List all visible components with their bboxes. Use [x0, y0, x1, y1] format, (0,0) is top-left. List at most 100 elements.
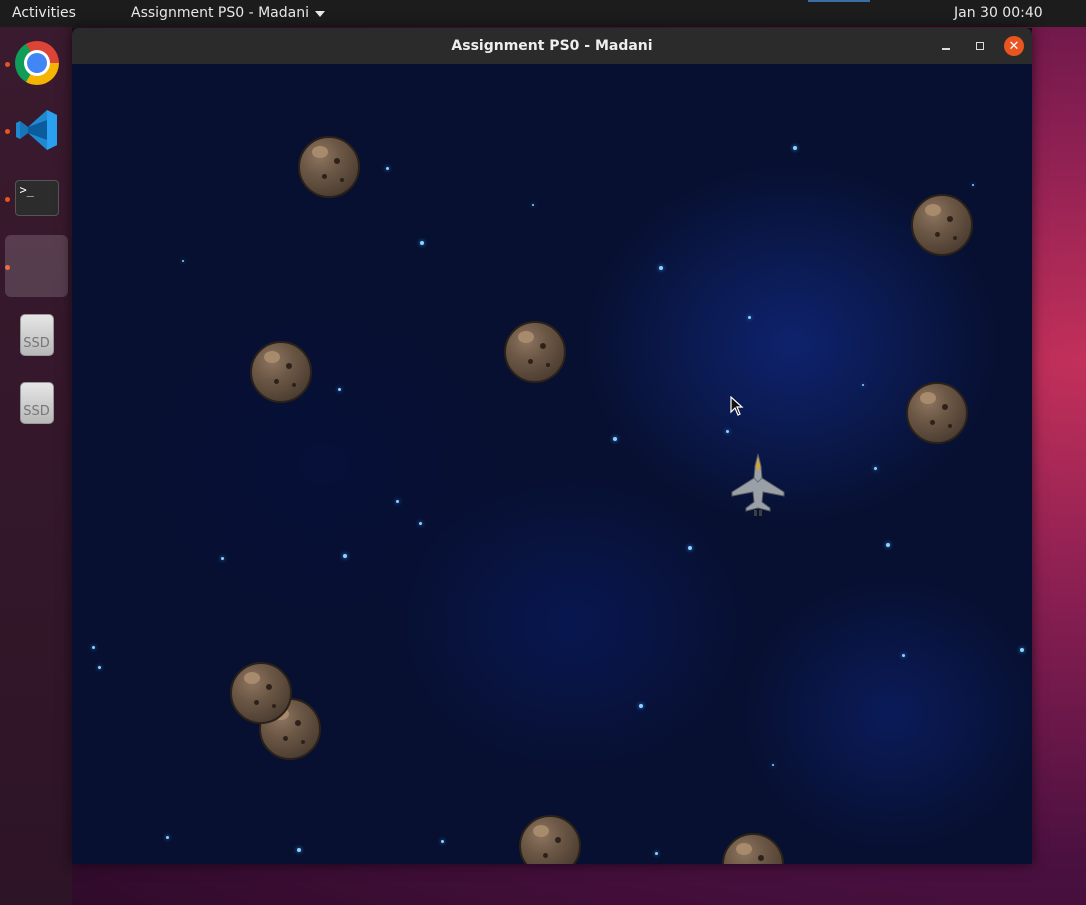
asteroid-crater [292, 383, 296, 387]
star [639, 704, 643, 708]
asteroid-highlight [518, 331, 534, 343]
clock[interactable]: Jan 30 00:40 [954, 5, 1043, 21]
star [92, 646, 95, 649]
player-ship [731, 453, 785, 516]
activities-button[interactable]: Activities [12, 5, 76, 21]
asteroid-crater [254, 700, 259, 705]
star [297, 848, 301, 852]
star [862, 384, 864, 386]
asteroid-highlight [533, 825, 549, 837]
game-window[interactable]: Assignment PS0 - Madani ✕ [72, 28, 1032, 864]
asteroid-crater [935, 232, 940, 237]
asteroid [298, 136, 360, 198]
app-menu-label: Assignment PS0 - Madani [131, 5, 309, 21]
star [441, 840, 444, 843]
dock-item-vscode[interactable] [5, 99, 68, 161]
minimize-button[interactable] [936, 36, 956, 56]
asteroid-highlight [312, 146, 328, 158]
game-canvas[interactable] [72, 64, 1032, 864]
star [166, 836, 169, 839]
star [98, 666, 101, 669]
asteroid-crater [528, 359, 533, 364]
star [886, 543, 890, 547]
star [343, 554, 347, 558]
app-menu[interactable]: Assignment PS0 - Madani [131, 5, 325, 21]
star [182, 260, 184, 262]
asteroid-highlight [920, 392, 936, 404]
terminal-glyph: >_ [19, 183, 34, 197]
dock-item-chrome[interactable] [5, 32, 68, 94]
star [772, 764, 774, 766]
asteroid [906, 382, 968, 444]
asteroid-crater [274, 379, 279, 384]
asteroid-crater [555, 837, 561, 843]
drive-label: SSD [23, 336, 50, 351]
asteroid-crater [543, 853, 548, 858]
star [688, 546, 692, 550]
asteroid [911, 194, 973, 256]
dock: >_ SSD SSD [0, 27, 72, 905]
asteroid-crater [546, 363, 550, 367]
mouse-cursor-icon [730, 396, 744, 416]
asteroid-highlight [264, 351, 280, 363]
asteroid-crater [334, 158, 340, 164]
asteroid [230, 662, 292, 724]
minimize-icon [942, 48, 950, 50]
star [1020, 648, 1024, 652]
asteroid-crater [540, 343, 546, 349]
star [972, 184, 974, 186]
star [338, 388, 341, 391]
close-button[interactable]: ✕ [1004, 36, 1024, 56]
maximize-icon [976, 42, 984, 50]
asteroid-crater [758, 855, 764, 861]
dock-item-game-window[interactable] [5, 235, 68, 297]
asteroid-crater [942, 404, 948, 410]
topbar-indicator [808, 0, 870, 2]
asteroid-crater [286, 363, 292, 369]
dock-item-ssd-1[interactable]: SSD [5, 304, 68, 366]
asteroid-crater [272, 704, 276, 708]
top-bar: Activities Assignment PS0 - Madani Jan 3… [0, 0, 1086, 27]
drive-icon: SSD [19, 314, 54, 356]
star [386, 167, 389, 170]
asteroid [722, 833, 784, 864]
asteroid-crater [266, 684, 272, 690]
asteroid-crater [322, 174, 327, 179]
terminal-icon: >_ [14, 180, 59, 216]
star [655, 852, 658, 855]
star [221, 557, 224, 560]
star [902, 654, 905, 657]
drive-icon: SSD [19, 382, 54, 424]
asteroid-highlight [244, 672, 260, 684]
star [748, 316, 751, 319]
vscode-icon [15, 110, 57, 150]
chrome-icon [14, 41, 59, 85]
star [396, 500, 399, 503]
star [874, 467, 877, 470]
maximize-button[interactable] [970, 36, 990, 56]
asteroid-crater [953, 236, 957, 240]
star [532, 204, 534, 206]
star [793, 146, 797, 150]
asteroid-highlight [736, 843, 752, 855]
asteroid [250, 341, 312, 403]
asteroid-crater [930, 420, 935, 425]
asteroid [504, 321, 566, 383]
drive-label: SSD [23, 404, 50, 419]
star [419, 522, 422, 525]
star [420, 241, 424, 245]
close-icon: ✕ [1008, 38, 1020, 54]
asteroid-crater [295, 720, 301, 726]
star [726, 430, 729, 433]
asteroid-highlight [925, 204, 941, 216]
asteroid-crater [340, 178, 344, 182]
chevron-down-icon [314, 10, 325, 17]
dock-item-ssd-2[interactable]: SSD [5, 372, 68, 434]
asteroid-crater [947, 216, 953, 222]
star [659, 266, 663, 270]
asteroid-crater [301, 740, 305, 744]
asteroid [519, 815, 581, 864]
dock-item-terminal[interactable]: >_ [5, 167, 68, 229]
window-title: Assignment PS0 - Madani [451, 38, 653, 54]
window-titlebar[interactable]: Assignment PS0 - Madani ✕ [72, 28, 1032, 64]
